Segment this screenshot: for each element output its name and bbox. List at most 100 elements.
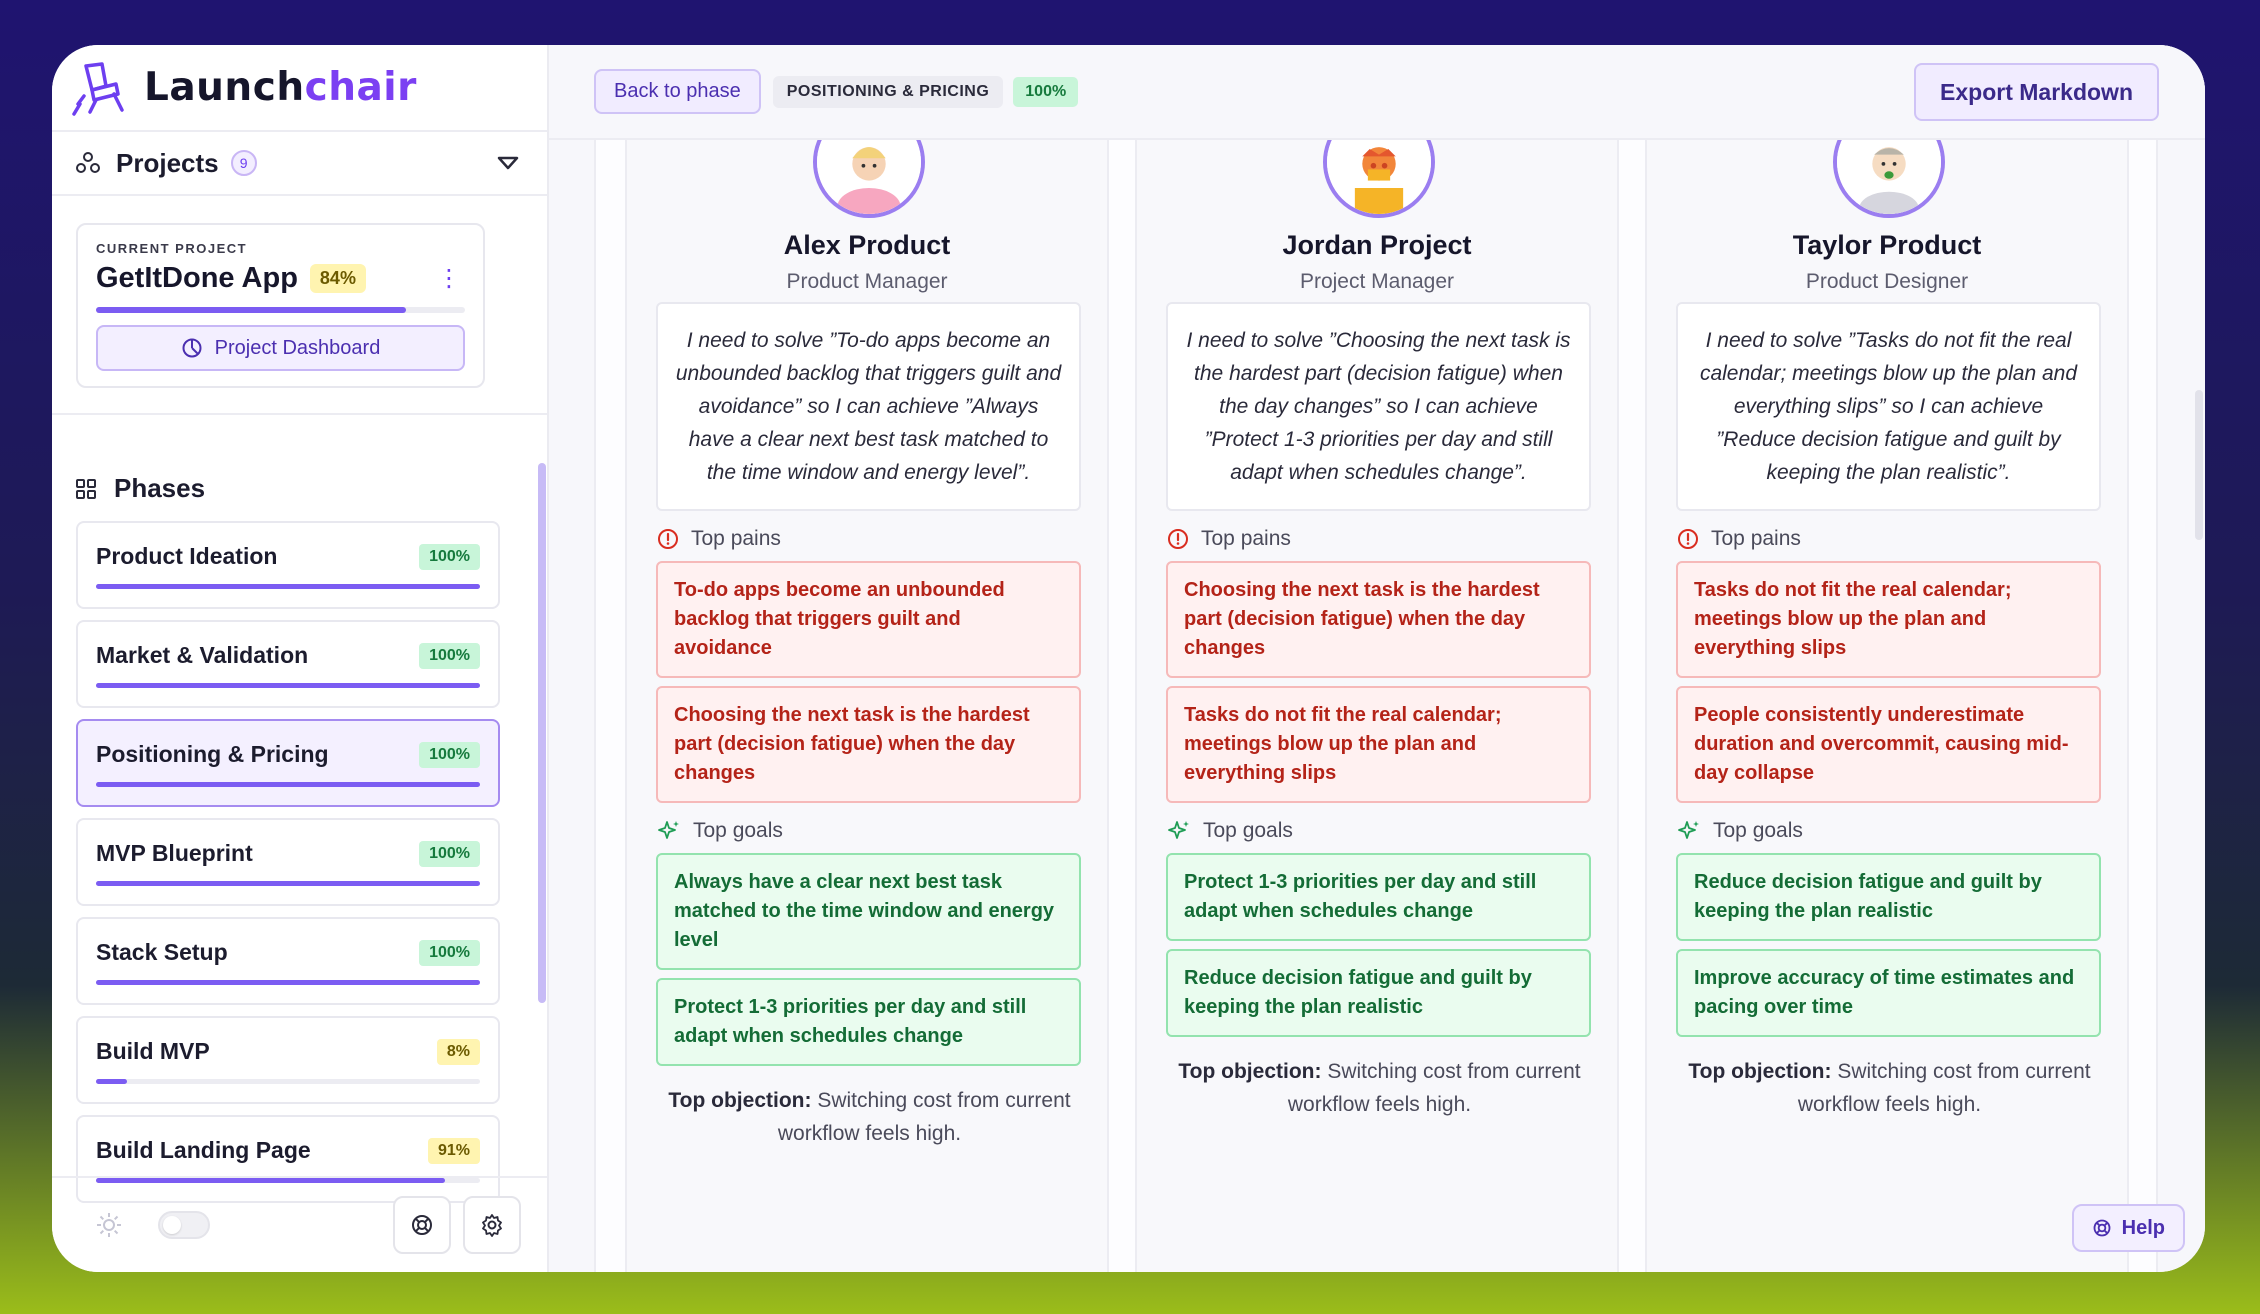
persona-role: Product Manager: [786, 270, 948, 293]
phase-progress-badge: 100%: [419, 642, 480, 669]
goal-item: Reduce decision fatigue and guilt by kee…: [1166, 949, 1591, 1037]
top-goals-label: Top goals: [693, 819, 783, 842]
phase-name: Build Landing Page: [96, 1137, 311, 1163]
more-options-icon[interactable]: ⋮: [437, 266, 461, 290]
chevron-down-icon[interactable]: [497, 156, 519, 170]
top-pains-label: Top pains: [691, 527, 781, 550]
phase-item[interactable]: MVP Blueprint 100%: [76, 818, 500, 906]
top-goals-header: Top goals: [1677, 819, 1803, 843]
phase-name: Market & Validation: [96, 642, 309, 668]
export-markdown-button[interactable]: Export Markdown: [1914, 63, 2159, 121]
persona-card: Alex ProductProduct ManagerWTP USD 7.99 …: [625, 140, 1109, 1272]
persona-role: Product Designer: [1805, 270, 1969, 293]
breadcrumb: POSITIONING & PRICING: [772, 75, 1004, 108]
phase-list: Product Ideation 100% Market & Validation 1…: [76, 521, 500, 1221]
main-scrollbar[interactable]: [2195, 390, 2203, 540]
support-button[interactable]: [393, 1196, 451, 1254]
persona-name: Taylor Product: [1792, 230, 1982, 260]
phase-progress-bar: [96, 683, 480, 688]
theme-toggle[interactable]: [158, 1211, 210, 1239]
persona-quote: I need to solve ”To-do apps become an un…: [656, 302, 1081, 511]
alert-circle-icon: [1168, 529, 1188, 549]
phases-header: Phases: [76, 473, 205, 504]
sidebar-footer: [52, 1176, 547, 1272]
pain-item: Choosing the next task is the hardest pa…: [1166, 561, 1591, 678]
project-dashboard-label: Project Dashboard: [214, 336, 381, 359]
pain-item: Tasks do not fit the real calendar; meet…: [1166, 686, 1591, 803]
brand[interactable]: Launchchair: [52, 45, 547, 132]
current-project-progress-fill: [96, 307, 406, 313]
lifebuoy-icon: [412, 1215, 432, 1235]
objection-prefix: Top objection:: [1178, 1060, 1322, 1083]
phase-progress-badge: 100%: [419, 741, 480, 768]
top-pains-label: Top pains: [1201, 527, 1291, 550]
sidebar: Launchchair Projects 9 CURRENT PROJECT G…: [52, 45, 549, 1272]
phase-progress-fill: [96, 1079, 127, 1084]
back-to-phase-button[interactable]: Back to phase: [594, 69, 761, 114]
phase-name: Build MVP: [96, 1038, 210, 1064]
topbar: Back to phase POSITIONING & PRICING 100%…: [549, 45, 2205, 140]
phase-item[interactable]: Market & Validation 100%: [76, 620, 500, 708]
current-project-progress-badge: 84%: [309, 264, 366, 293]
current-project-progress-bar: [96, 307, 465, 313]
projects-count-badge: 9: [230, 150, 257, 176]
pain-item: To-do apps become an unbounded backlog t…: [656, 561, 1081, 678]
alert-circle-icon: [658, 529, 678, 549]
persona-quote: I need to solve ”Tasks do not fit the re…: [1676, 302, 2101, 511]
persona-quote: I need to solve ”Choosing the next task …: [1166, 302, 1591, 511]
divider: [52, 413, 547, 415]
phase-progress-fill: [96, 980, 480, 985]
launchchair-logo-icon: [72, 61, 124, 116]
app-window: Launchchair Projects 9 CURRENT PROJECT G…: [52, 45, 2205, 1272]
main-content: Back to phase POSITIONING & PRICING 100%…: [549, 45, 2205, 1272]
phase-name: Stack Setup: [96, 939, 228, 965]
persona-card: Jordan ProjectProject ManagerWTP USD 7.9…: [1135, 140, 1619, 1272]
brand-name-part2: chair: [304, 65, 417, 110]
phase-progress-fill: [96, 881, 480, 886]
top-objection: Top objection: Switching cost from curre…: [1167, 1055, 1592, 1121]
goal-item: Reduce decision fatigue and guilt by kee…: [1676, 853, 2101, 941]
dashboard-icon: [182, 338, 202, 358]
help-button[interactable]: Help: [2071, 1204, 2185, 1252]
settings-button[interactable]: [463, 1196, 521, 1254]
project-dashboard-button[interactable]: Project Dashboard: [96, 325, 465, 371]
lifebuoy-icon: [2093, 1219, 2111, 1237]
phase-progress-fill: [96, 584, 480, 589]
persona-board: Alex ProductProduct ManagerWTP USD 7.99 …: [594, 140, 2158, 1272]
phase-progress-badge: 100%: [419, 543, 480, 570]
phases-label: Phases: [114, 473, 206, 503]
phase-item[interactable]: Product Ideation 100%: [76, 521, 500, 609]
phase-item[interactable]: Build MVP 8%: [76, 1016, 500, 1104]
phase-progress-bar: [96, 1079, 480, 1084]
phase-name: Product Ideation: [96, 543, 278, 569]
phase-progress-bar: [96, 584, 480, 589]
phase-progress-badge: 100%: [419, 840, 480, 867]
pain-item: Choosing the next task is the hardest pa…: [656, 686, 1081, 803]
sparkles-icon: [658, 821, 679, 839]
sparkles-icon: [1168, 821, 1189, 839]
phase-item[interactable]: Stack Setup 100%: [76, 917, 500, 1005]
objection-text: Switching cost from current workflow fee…: [777, 1089, 1071, 1145]
sidebar-scrollbar[interactable]: [538, 463, 546, 1003]
current-project-card: CURRENT PROJECT GetItDone App 84% ⋮ Proj…: [76, 223, 485, 388]
objection-prefix: Top objection:: [668, 1089, 812, 1112]
objection-prefix: Top objection:: [1688, 1060, 1832, 1083]
phase-progress-badge: 91%: [427, 1137, 480, 1164]
alert-circle-icon: [1678, 529, 1698, 549]
phase-progress-bar: [96, 980, 480, 985]
persona-name: Alex Product: [783, 230, 951, 260]
current-project-name: GetItDone App: [96, 262, 298, 294]
avatar: [1323, 140, 1435, 218]
persona-card: Taylor ProductProduct DesignerWTP USD 7.…: [1645, 140, 2129, 1272]
projects-selector[interactable]: Projects 9: [52, 132, 547, 196]
persona-role: Project Manager: [1299, 270, 1455, 293]
phase-progress-fill: [96, 683, 480, 688]
gear-icon: [482, 1214, 502, 1237]
top-objection: Top objection: Switching cost from curre…: [1677, 1055, 2102, 1121]
phase-progress-fill: [96, 782, 480, 787]
top-pains-header: Top pains: [1167, 527, 1291, 551]
brand-name-part1: Launch: [144, 65, 305, 110]
phase-progress-bar: [96, 782, 480, 787]
projects-icon: [76, 152, 100, 173]
phase-item[interactable]: Positioning & Pricing 100%: [76, 719, 500, 807]
